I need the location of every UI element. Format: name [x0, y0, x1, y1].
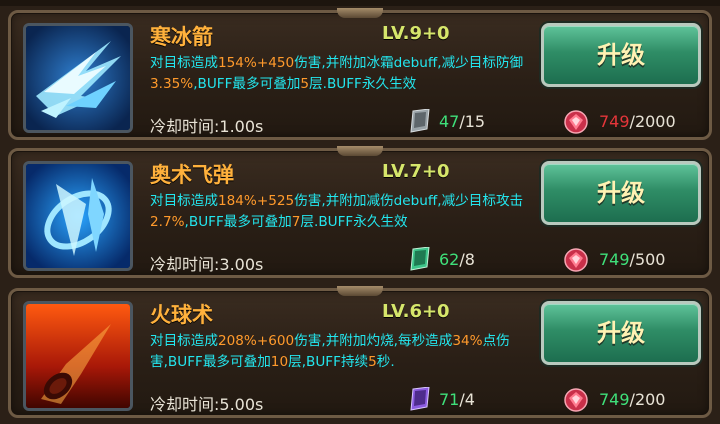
purple-skill-book-icon [409, 386, 431, 411]
desc-text: ,BUFF最多可叠加 [184, 214, 292, 230]
green-skill-book-icon [409, 246, 431, 271]
books-need: /4 [459, 390, 475, 409]
desc-highlight: 3.35% [150, 76, 194, 92]
arcane-missile-skill-icon[interactable] [23, 161, 133, 271]
desc-highlight: 5 [368, 354, 377, 370]
desc-text: 层.BUFF永久生效 [309, 76, 417, 92]
upgrade-button[interactable]: 升级 [541, 23, 701, 87]
upgrade-cost: 749/500 [599, 250, 665, 269]
cost-need: /2000 [629, 112, 676, 131]
cost-have: 749 [599, 390, 630, 409]
skill-card-fireball: 火球术 LV.6+0 对目标造成208%+600伤害,并附加灼烧,每秒造成34%… [8, 286, 712, 418]
desc-text: 对目标造成 [150, 193, 218, 209]
skill-book-count: 47/15 [439, 112, 485, 131]
books-need: /15 [459, 112, 486, 131]
desc-highlight: +525 [256, 193, 295, 209]
books-need: /8 [459, 250, 475, 269]
fireball-skill-icon[interactable] [23, 301, 133, 411]
desc-highlight: +450 [256, 55, 295, 71]
skill-card-ice-arrow: 寒冰箭 LV.9+0 对目标造成154%+450伤害,并附加冰霜debuff,减… [8, 8, 712, 140]
skill-level: LV.9+0 [382, 23, 450, 44]
skill-description: 对目标造成154%+450伤害,并附加冰霜debuff,减少目标防御 3.35%,… [150, 53, 535, 95]
upgrade-button[interactable]: 升级 [541, 301, 701, 365]
cost-need: /200 [629, 390, 666, 409]
upgrade-button[interactable]: 升级 [541, 161, 701, 225]
skill-description: 对目标造成208%+600伤害,并附加灼烧,每秒造成34%点伤害,BUFF最多可… [150, 331, 535, 373]
ice-arrow-skill-icon[interactable] [23, 23, 133, 133]
desc-highlight: 10 [270, 354, 289, 370]
desc-highlight: 5 [300, 76, 310, 92]
desc-text: 秒. [376, 354, 395, 370]
ruby-currency-icon [564, 388, 588, 412]
skill-level: LV.6+0 [382, 301, 450, 322]
books-have: 71 [439, 390, 460, 409]
desc-text: 层,BUFF持续 [288, 354, 369, 370]
desc-text: ,BUFF最多可叠加 [193, 76, 301, 92]
panel-ornament [337, 286, 383, 296]
books-have: 62 [439, 250, 460, 269]
desc-highlight: 154% [217, 55, 257, 71]
desc-highlight: 34% [452, 333, 483, 349]
desc-highlight: 184% [217, 193, 257, 209]
skill-level: LV.7+0 [382, 161, 450, 182]
skill-card-arcane-missile: 奥术飞弹 LV.7+0 对目标造成184%+525伤害,并附加减伤debuff,… [8, 146, 712, 278]
skill-name: 奥术飞弹 [150, 163, 234, 187]
ruby-currency-icon [564, 110, 588, 134]
panel-ornament [337, 146, 383, 156]
grey-skill-book-icon [409, 108, 431, 133]
top-edge [0, 0, 720, 6]
cost-have: 749 [599, 112, 630, 131]
skill-book-count: 71/4 [439, 390, 475, 409]
books-have: 47 [439, 112, 460, 131]
desc-text: 层.BUFF永久生效 [300, 214, 408, 230]
desc-text: 对目标造成 [150, 333, 218, 349]
desc-text: 伤害,并附加减伤debuff,减少目标攻击 [294, 193, 524, 209]
skill-book-count: 62/8 [439, 250, 475, 269]
desc-highlight: 208% [217, 333, 257, 349]
skill-cooldown: 冷却时间:3.00s [150, 255, 264, 274]
desc-text: 对目标造成 [150, 55, 218, 71]
skill-description: 对目标造成184%+525伤害,并附加减伤debuff,减少目标攻击 2.7%,B… [150, 191, 535, 233]
panel-ornament [337, 8, 383, 18]
skill-name: 火球术 [150, 303, 213, 327]
skill-cooldown: 冷却时间:1.00s [150, 117, 264, 136]
cost-need: /500 [629, 250, 666, 269]
skill-cooldown: 冷却时间:5.00s [150, 395, 264, 414]
skill-name: 寒冰箭 [150, 25, 213, 49]
desc-text: 伤害,并附加冰霜debuff,减少目标防御 [294, 55, 524, 71]
desc-text: 伤害,并附加灼烧,每秒造成 [294, 333, 453, 349]
desc-highlight: +600 [256, 333, 295, 349]
cost-have: 749 [599, 250, 630, 269]
ruby-currency-icon [564, 248, 588, 272]
upgrade-cost: 749/2000 [599, 112, 676, 131]
upgrade-cost: 749/200 [599, 390, 665, 409]
desc-highlight: 2.7% [150, 214, 185, 230]
